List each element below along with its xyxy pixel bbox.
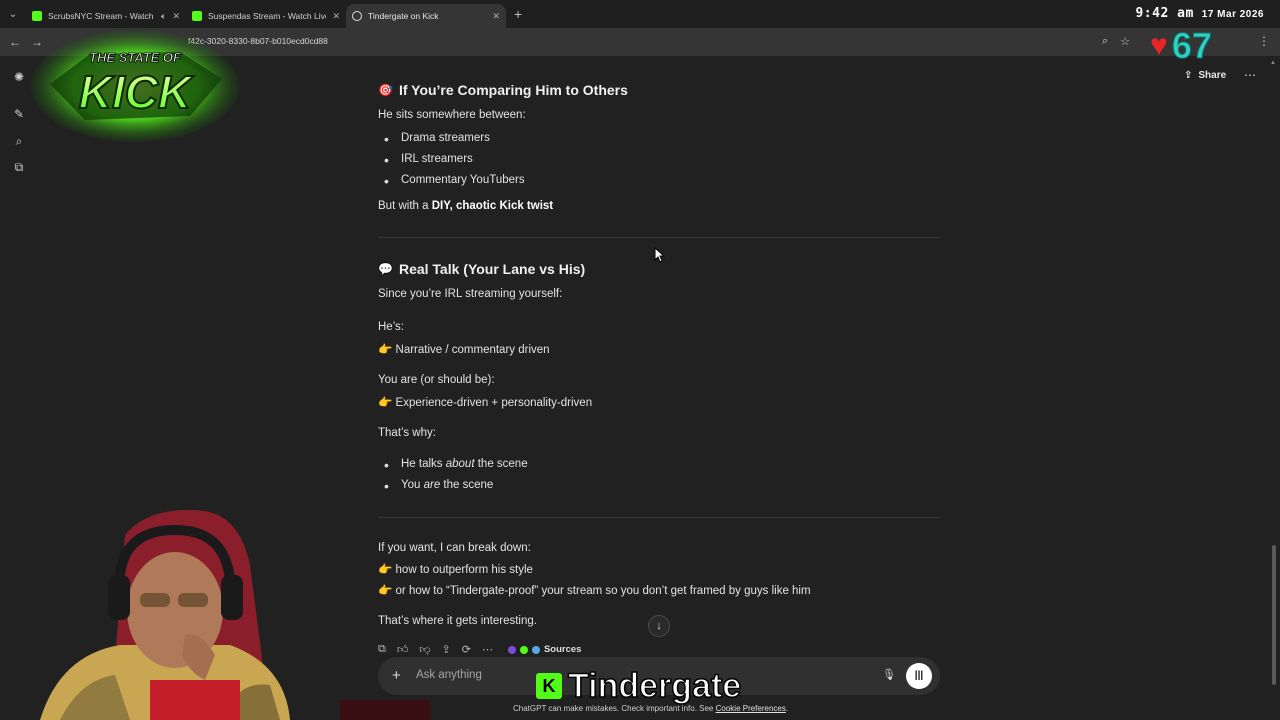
share-icon[interactable]: ⇪ bbox=[442, 643, 451, 656]
text: ChatGPT can make mistakes. Check importa… bbox=[513, 704, 716, 713]
list-item: You are the scene bbox=[384, 478, 494, 494]
speaker-icon[interactable]: 🔈︎ bbox=[161, 11, 166, 22]
chatgpt-logo-icon[interactable]: ✺ bbox=[11, 69, 27, 85]
pointing-hand-icon: 👉 bbox=[378, 344, 393, 356]
kick-icon bbox=[32, 11, 42, 21]
close-icon[interactable]: ✕ bbox=[172, 11, 180, 22]
headphone-cup bbox=[221, 575, 243, 620]
time-text: 9:42 am bbox=[1135, 6, 1194, 21]
paragraph: He’s: bbox=[378, 321, 404, 333]
tab-title: ScrubsNYC Stream - Watch bbox=[48, 11, 154, 21]
webcam-overlay bbox=[40, 510, 430, 720]
tab-search-icon[interactable]: ⌄ bbox=[0, 0, 26, 28]
zoom-icon[interactable]: ⌕ bbox=[1102, 35, 1108, 48]
italic-text: about bbox=[445, 458, 475, 470]
list-item: IRL streamers bbox=[384, 152, 473, 168]
bookmark-star-icon[interactable]: ☆ bbox=[1120, 35, 1130, 48]
headphone-cup bbox=[108, 575, 130, 620]
paragraph: Since you’re IRL streaming yourself: bbox=[378, 288, 563, 300]
heart-icon: ♥ bbox=[1150, 29, 1168, 62]
paragraph: 👉 Experience-driven + personality-driven bbox=[378, 395, 592, 409]
close-icon[interactable]: ✕ bbox=[332, 11, 340, 22]
list-item: Commentary YouTubers bbox=[384, 173, 525, 189]
sunglasses-lens bbox=[178, 593, 208, 607]
new-tab-button[interactable]: + bbox=[514, 6, 522, 22]
logo-text-top: THE STATE OF bbox=[89, 50, 182, 65]
list-item: He talks about the scene bbox=[384, 457, 528, 473]
new-chat-icon[interactable]: ✎ bbox=[11, 106, 27, 122]
background-object bbox=[340, 700, 430, 720]
text: He talks bbox=[401, 458, 446, 470]
text: or how to “Tindergate-proof” your stream… bbox=[395, 585, 811, 597]
heading-text: If You’re Comparing Him to Others bbox=[398, 82, 628, 98]
viewer-count: 67 bbox=[1171, 25, 1212, 66]
share-button[interactable]: ⇪ Share bbox=[1184, 70, 1226, 81]
scroll-thumb[interactable] bbox=[1272, 545, 1276, 685]
source-favicon-icon bbox=[531, 645, 540, 654]
clock-overlay: 9:42 am 17 Mar 2026 bbox=[1135, 6, 1264, 21]
section-heading: 🎯 If You’re Comparing Him to Others bbox=[378, 82, 628, 98]
paragraph: But with a DIY, chaotic Kick twist bbox=[378, 200, 553, 212]
tab-title: Suspendas Stream - Watch Live bbox=[208, 11, 327, 21]
paragraph: 👉 or how to “Tindergate-proof” your stre… bbox=[378, 583, 811, 597]
sources-label: Sources bbox=[543, 644, 582, 655]
text: the scene bbox=[440, 479, 494, 491]
pointing-hand-icon: 👉 bbox=[378, 397, 393, 409]
viewer-count-overlay: ♥ 67 bbox=[1150, 25, 1212, 66]
regenerate-icon[interactable]: ⟳ bbox=[462, 643, 471, 656]
paragraph: You are (or should be): bbox=[378, 374, 495, 386]
page-scrollbar[interactable]: ▲ bbox=[1270, 60, 1278, 690]
date-text: 17 Mar 2026 bbox=[1201, 9, 1264, 20]
text: You bbox=[401, 479, 424, 491]
speech-bubble-icon: 💬 bbox=[378, 262, 393, 276]
paragraph: That’s why: bbox=[378, 427, 436, 439]
text: Narrative / commentary driven bbox=[395, 344, 550, 356]
search-icon[interactable]: ⌕ bbox=[11, 133, 27, 149]
bold-text: DIY, chaotic Kick twist bbox=[431, 200, 554, 212]
text: the scene bbox=[474, 458, 528, 470]
tab-title: Tindergate on Kick bbox=[368, 11, 439, 21]
italic-text: are bbox=[423, 479, 441, 491]
mouse-cursor-icon bbox=[654, 247, 666, 263]
heading-text: Real Talk (Your Lane vs His) bbox=[398, 261, 586, 277]
disclaimer-text: ChatGPT can make mistakes. Check importa… bbox=[513, 704, 788, 713]
source-favicon-icon bbox=[507, 645, 516, 654]
text: But with a bbox=[378, 200, 432, 212]
target-icon: 🎯 bbox=[378, 83, 393, 97]
voice-mode-button[interactable]: ||| bbox=[906, 663, 932, 689]
scroll-to-bottom-button[interactable]: ↓ bbox=[648, 615, 670, 637]
state-of-kick-logo: THE STATE OF KICK bbox=[31, 30, 239, 142]
red-shirt bbox=[150, 680, 240, 720]
logo-text-main: KICK bbox=[79, 66, 194, 118]
microphone-icon[interactable]: 🎙︎ bbox=[882, 668, 896, 681]
kick-icon bbox=[192, 11, 202, 21]
more-options-icon[interactable]: ⋯ bbox=[1244, 68, 1256, 82]
browser-menu-icon[interactable]: ⋮ bbox=[1258, 34, 1270, 48]
text: Experience-driven + personality-driven bbox=[395, 397, 593, 409]
share-icon: ⇪ bbox=[1184, 70, 1193, 81]
more-icon[interactable]: ⋯ bbox=[482, 643, 493, 656]
browser-tab-active[interactable]: Tindergate on Kick ✕ bbox=[346, 4, 506, 28]
paragraph: 👉 Narrative / commentary driven bbox=[378, 342, 550, 356]
cookie-preferences-link[interactable]: Cookie Preferences bbox=[716, 704, 786, 713]
list-item: Drama streamers bbox=[384, 131, 490, 147]
scroll-up-arrow-icon[interactable]: ▲ bbox=[1270, 60, 1276, 66]
text: . bbox=[785, 704, 789, 713]
chatgpt-icon bbox=[352, 11, 362, 21]
library-icon[interactable]: ⧉ bbox=[11, 159, 27, 175]
kick-logo-icon: K bbox=[536, 673, 562, 699]
back-icon[interactable]: ← bbox=[4, 35, 26, 49]
source-favicon-icon bbox=[519, 645, 528, 654]
section-heading: 💬 Real Talk (Your Lane vs His) bbox=[378, 261, 585, 277]
divider bbox=[378, 237, 940, 238]
sunglasses-lens bbox=[140, 593, 170, 607]
paragraph: He sits somewhere between: bbox=[378, 109, 526, 121]
divider bbox=[378, 517, 940, 518]
close-icon[interactable]: ✕ bbox=[492, 11, 500, 22]
share-label: Share bbox=[1198, 70, 1227, 81]
sources-button[interactable]: Sources bbox=[507, 644, 582, 655]
stream-title-text: Tindergate bbox=[567, 667, 742, 705]
stream-title-overlay: K Tindergate bbox=[536, 667, 742, 705]
